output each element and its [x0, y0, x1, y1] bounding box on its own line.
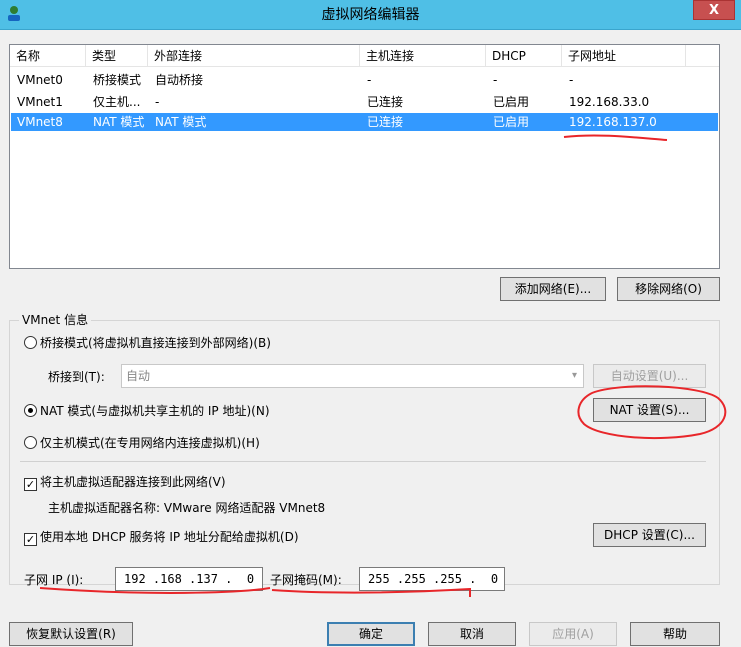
connect-adapter-label: 将主机虚拟适配器连接到此网络(V) [40, 475, 226, 489]
cell-name: VMnet0 [17, 73, 63, 87]
dhcp-settings-button[interactable]: DHCP 设置(C)... [593, 523, 706, 547]
cell-name: VMnet1 [17, 95, 63, 109]
nat-mode-radio[interactable]: NAT 模式(与虚拟机共享主机的 IP 地址)(N) [24, 402, 270, 420]
checkbox-check-icon: ✓ [24, 478, 37, 491]
table-row-vmnet0[interactable]: VMnet0 桥接模式 自动桥接 - - - [11, 71, 718, 89]
cell-type: 桥接模式 [93, 73, 142, 87]
network-list[interactable]: 名称 类型 外部连接 主机连接 DHCP 子网地址 VMnet0 桥接模式 自动… [9, 44, 720, 269]
cell-external: NAT 模式 [155, 115, 207, 129]
radio-circle [24, 336, 37, 349]
column-header-dhcp[interactable]: DHCP [486, 45, 562, 67]
bridged-mode-label: 桥接模式(将虚拟机直接连接到外部网络)(B) [40, 336, 271, 350]
bridge-to-select[interactable]: 自动 ▾ [121, 364, 584, 388]
remove-network-button[interactable]: 移除网络(O) [617, 277, 720, 301]
bridge-to-value: 自动 [126, 369, 151, 383]
column-header-type[interactable]: 类型 [86, 45, 148, 67]
table-row-vmnet8[interactable]: VMnet8 NAT 模式 NAT 模式 已连接 已启用 192.168.137… [11, 113, 718, 131]
cell-dhcp: 已启用 [493, 95, 530, 109]
column-header-host[interactable]: 主机连接 [360, 45, 486, 67]
radio-circle-selected [24, 404, 37, 417]
apply-button[interactable]: 应用(A) [529, 622, 617, 646]
group-title: VMnet 信息 [19, 312, 92, 328]
column-header-name[interactable]: 名称 [10, 45, 86, 67]
cell-dhcp: 已启用 [493, 115, 530, 129]
radio-circle [24, 436, 37, 449]
cell-name: VMnet8 [17, 115, 63, 129]
cell-type: NAT 模式 [93, 115, 145, 129]
close-button[interactable]: X [693, 0, 735, 20]
nat-settings-button[interactable]: NAT 设置(S)... [593, 398, 706, 422]
ok-button[interactable]: 确定 [327, 622, 415, 646]
cell-subnet: 192.168.33.0 [569, 95, 650, 109]
subnet-ip-input[interactable]: 192 .168 .137 . 0 [115, 567, 263, 591]
restore-defaults-button[interactable]: 恢复默认设置(R) [9, 622, 133, 646]
cell-external: - [155, 95, 160, 109]
host-only-mode-radio[interactable]: 仅主机模式(在专用网络内连接虚拟机)(H) [24, 434, 260, 452]
connect-adapter-checkbox[interactable]: ✓ 将主机虚拟适配器连接到此网络(V) [24, 473, 226, 491]
checkbox-check-icon: ✓ [24, 533, 37, 546]
host-only-mode-label: 仅主机模式(在专用网络内连接虚拟机)(H) [40, 436, 260, 450]
help-button[interactable]: 帮助 [630, 622, 720, 646]
column-header-external[interactable]: 外部连接 [148, 45, 360, 67]
cell-external: 自动桥接 [155, 73, 204, 87]
title-bar: 虚拟网络编辑器 X [0, 0, 741, 30]
table-row-vmnet1[interactable]: VMnet1 仅主机... - 已连接 已启用 192.168.33.0 [11, 93, 718, 111]
auto-settings-button[interactable]: 自动设置(U)... [593, 364, 706, 388]
bridge-to-label: 桥接到(T): [48, 370, 105, 384]
window-title: 虚拟网络编辑器 [321, 7, 420, 23]
subnet-mask-input[interactable]: 255 .255 .255 . 0 [359, 567, 505, 591]
dhcp-service-checkbox[interactable]: ✓ 使用本地 DHCP 服务将 IP 地址分配给虚拟机(D) [24, 528, 299, 546]
cell-host: 已连接 [367, 115, 404, 129]
subnet-ip-label: 子网 IP (I): [24, 573, 84, 587]
chevron-down-icon: ▾ [571, 370, 577, 381]
column-header-subnet[interactable]: 子网地址 [562, 45, 686, 67]
cancel-button[interactable]: 取消 [428, 622, 516, 646]
cell-host: 已连接 [367, 95, 404, 109]
adapter-name-text: 主机虚拟适配器名称: VMware 网络适配器 VMnet8 [48, 501, 326, 515]
cell-host: - [367, 73, 372, 87]
add-network-button[interactable]: 添加网络(E)... [500, 277, 606, 301]
cell-dhcp: - [493, 73, 498, 87]
cell-type: 仅主机... [93, 95, 141, 109]
cell-subnet: - [569, 73, 574, 87]
nat-mode-label: NAT 模式(与虚拟机共享主机的 IP 地址)(N) [40, 404, 270, 418]
subnet-mask-label: 子网掩码(M): [270, 573, 342, 587]
separator [20, 461, 706, 462]
list-header: 名称 类型 外部连接 主机连接 DHCP 子网地址 [10, 45, 719, 67]
dhcp-service-label: 使用本地 DHCP 服务将 IP 地址分配给虚拟机(D) [40, 530, 299, 544]
bridged-mode-radio[interactable]: 桥接模式(将虚拟机直接连接到外部网络)(B) [24, 334, 271, 352]
cell-subnet: 192.168.137.0 [569, 115, 657, 129]
